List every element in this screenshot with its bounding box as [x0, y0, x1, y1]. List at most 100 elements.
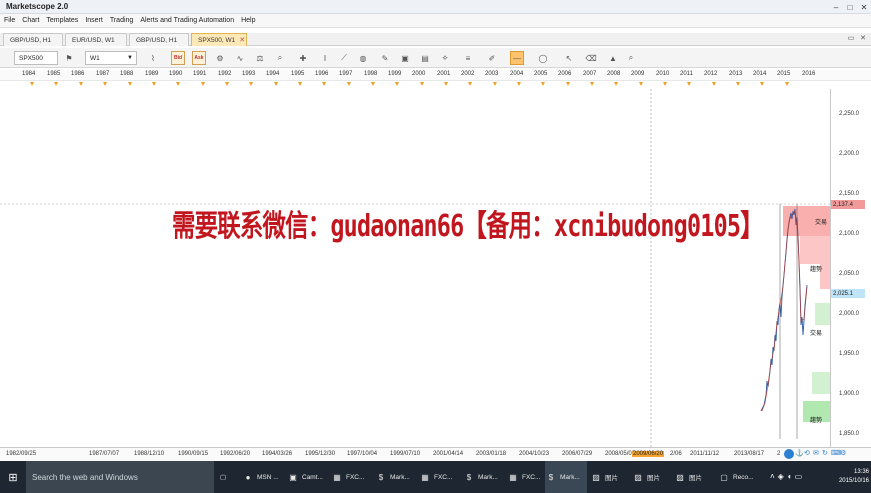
trend-tool-icon[interactable]: ⟋: [337, 51, 351, 65]
flag-icon[interactable]: ⚑: [62, 51, 76, 65]
year-label: 2001: [437, 71, 451, 77]
chevron-down-icon: ▼: [127, 55, 133, 61]
pyramid-icon[interactable]: ▲: [606, 51, 620, 65]
year-label: 1985: [47, 71, 61, 77]
menu-alerts[interactable]: Alerts and Trading Automation: [140, 17, 234, 24]
chat-icon[interactable]: ✉: [813, 449, 821, 459]
menu-templates[interactable]: Templates: [46, 17, 78, 24]
taskbar-item-pictures-1[interactable]: ▨ 图片: [590, 461, 630, 493]
menu-chart[interactable]: Chart: [22, 17, 39, 24]
volume-icon[interactable]: ◖: [787, 472, 792, 481]
year-label: 1984: [22, 71, 36, 77]
search-icon[interactable]: ⌕: [624, 51, 638, 65]
anchor-icon[interactable]: ⚓: [795, 449, 804, 459]
menu-trading[interactable]: Trading: [110, 17, 133, 24]
line-tool-icon[interactable]: I: [318, 51, 332, 65]
zoom-icon[interactable]: ⌕: [273, 51, 287, 65]
year-label: 2013: [729, 71, 743, 77]
dollar-icon: $: [466, 472, 472, 482]
image-icon[interactable]: ▣: [398, 51, 412, 65]
notification-icon[interactable]: ▭: [795, 472, 803, 481]
menu-insert[interactable]: Insert: [85, 17, 103, 24]
date-axis: 1982/09/25 1987/07/07 1988/12/10 1990/09…: [0, 447, 871, 460]
windows-start-icon[interactable]: ⊞: [0, 461, 26, 493]
globe-icon[interactable]: ◍: [356, 51, 370, 65]
minimize-icon[interactable]: –: [829, 0, 843, 14]
list-icon[interactable]: ≡: [461, 51, 475, 65]
period-marker: [590, 82, 594, 86]
indicator-icon[interactable]: ⚙: [213, 51, 227, 65]
menu-help[interactable]: Help: [241, 17, 255, 24]
taskbar-item-mark-3[interactable]: $ Mark...: [545, 461, 587, 493]
oscillator-icon[interactable]: ∿: [233, 51, 247, 65]
draw-icon[interactable]: ✐: [485, 51, 499, 65]
period-marker: [785, 82, 789, 86]
date-label: 1987/07/07: [89, 451, 120, 457]
task-view-icon[interactable]: ▢: [220, 461, 234, 493]
taskbar-item-reco[interactable]: ▢ Reco...: [718, 461, 762, 493]
ask-button[interactable]: Ask: [192, 51, 206, 65]
maximize-icon[interactable]: □: [843, 0, 857, 14]
period-marker: [298, 82, 302, 86]
year-label: 2009: [631, 71, 645, 77]
instrument-select[interactable]: SPX500: [14, 51, 58, 65]
status-icon[interactable]: [784, 449, 794, 459]
strategy-icon[interactable]: ⚖: [253, 51, 267, 65]
pencil-icon[interactable]: ✎: [378, 51, 392, 65]
chevron-up-icon[interactable]: ˄: [770, 472, 775, 481]
settings-icon[interactable]: ⚙: [840, 449, 848, 459]
period-marker: [517, 82, 521, 86]
taskbar-item-label: Mark...: [390, 473, 410, 481]
taskbar-item-fxc-1[interactable]: ▦ FXC...: [331, 461, 373, 493]
dollar-icon: $: [548, 472, 554, 482]
timeframe-select[interactable]: W1 ▼: [85, 51, 137, 65]
year-label: 2012: [704, 71, 718, 77]
year-label: 1990: [169, 71, 183, 77]
taskbar-item-mark-1[interactable]: $ Mark...: [375, 461, 417, 493]
eraser-icon[interactable]: ⌫: [584, 51, 598, 65]
dollar-icon: $: [378, 472, 384, 482]
period-marker: [347, 82, 351, 86]
picture-icon[interactable]: ▤: [418, 51, 432, 65]
keyboard-icon[interactable]: ⌨: [831, 449, 841, 459]
taskbar-item-fxc-2[interactable]: ▦ FXC...: [419, 461, 461, 493]
taskbar-search-box[interactable]: Search the web and Windows: [26, 461, 214, 493]
date-label: 2/06: [670, 451, 682, 457]
network-icon[interactable]: ◈: [778, 472, 784, 481]
window-controls: – □ ✕: [829, 0, 871, 14]
taskbar-item-mark-2[interactable]: $ Mark...: [463, 461, 505, 493]
taskbar-item-fxc-3[interactable]: ▦ FXC...: [507, 461, 549, 493]
price-chart[interactable]: 交易 趨勢 交易 趨勢: [0, 89, 830, 447]
taskbar-item-label: MSN ...: [257, 473, 279, 481]
sync-icon[interactable]: ⟲: [804, 449, 812, 459]
crosshair-icon[interactable]: ✚: [296, 51, 310, 65]
fibonacci-icon[interactable]: ⟡: [438, 51, 452, 65]
tab-gbpusd-h1[interactable]: GBP/USD, H1: [3, 33, 63, 46]
year-label: 2000: [412, 71, 426, 77]
taskbar-item-pictures-3[interactable]: ▨ 图片: [674, 461, 714, 493]
chart-canvas[interactable]: [0, 89, 830, 447]
tab-label: EUR/USD, W1: [72, 36, 115, 44]
system-clock[interactable]: 13:36 2015/10/16: [839, 461, 869, 493]
app-icon: ▦: [421, 472, 429, 482]
tab-close-icon[interactable]: ✕: [239, 36, 245, 44]
year-label: 2008: [607, 71, 621, 77]
restore-icon[interactable]: ▭: [845, 34, 857, 42]
close-icon[interactable]: ✕: [857, 0, 871, 14]
price-tick: 1,850.0: [839, 431, 860, 437]
chart-status-icons: ⚓ ⟲ ✉ ↻ ⌨ ⚙: [784, 449, 848, 459]
refresh-icon[interactable]: ↻: [822, 449, 830, 459]
menu-file[interactable]: File: [4, 17, 15, 24]
taskbar-item-camt[interactable]: ▣ Camt...: [287, 461, 329, 493]
cursor-icon[interactable]: ↖: [562, 51, 576, 65]
chart-type-icon[interactable]: ⌇: [146, 51, 160, 65]
taskbar-item-msn[interactable]: ● MSN ...: [242, 461, 284, 493]
tab-eurusd-w1[interactable]: EUR/USD, W1: [65, 33, 127, 46]
taskbar-item-pictures-2[interactable]: ▨ 图片: [632, 461, 672, 493]
tab-gbpusd-h1-2[interactable]: GBP/USD, H1: [129, 33, 189, 46]
circle-icon[interactable]: ◯: [536, 51, 550, 65]
bid-button[interactable]: Bid: [171, 51, 185, 65]
tab-spx500-w1[interactable]: SPX500, W1 ✕: [191, 33, 247, 46]
horizontal-line-icon[interactable]: —: [510, 51, 524, 65]
close-chart-icon[interactable]: ✕: [857, 34, 869, 42]
